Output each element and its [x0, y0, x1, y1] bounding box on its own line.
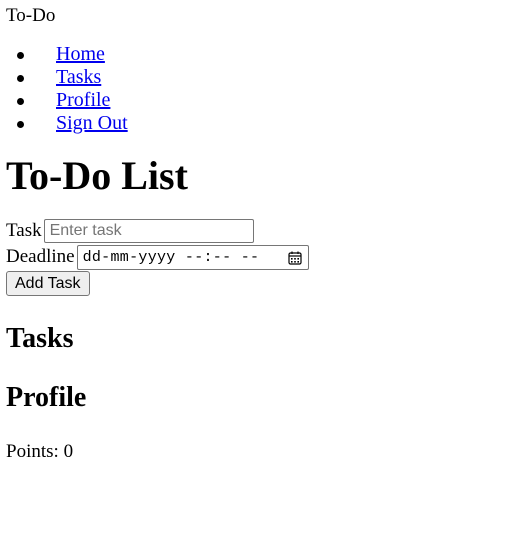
add-task-form: Task Deadline dd-mm-yyyy --:-- -- — [6, 218, 511, 296]
tasks-heading: Tasks — [6, 323, 74, 354]
points-label: Points: — [6, 441, 59, 462]
points-value: 0 — [63, 441, 74, 462]
nav-item-sign-out: Sign Out — [17, 112, 511, 135]
points-display: Points: 0 — [6, 441, 511, 463]
deadline-row: Deadline dd-mm-yyyy --:-- -- — [6, 244, 511, 270]
bullet-icon — [17, 75, 24, 82]
deadline-input[interactable]: dd-mm-yyyy --:-- -- — [76, 244, 309, 270]
add-task-button[interactable]: Add Task — [6, 271, 90, 296]
page-title: To-Do List — [6, 153, 188, 198]
nav-link-profile[interactable]: Profile — [56, 89, 110, 111]
deadline-placeholder: dd-mm-yyyy --:-- -- — [82, 248, 260, 266]
nav-link-home[interactable]: Home — [56, 43, 105, 65]
app-brand: To-Do — [6, 5, 56, 26]
deadline-label: Deadline — [6, 246, 75, 267]
nav-link-tasks[interactable]: Tasks — [56, 66, 101, 88]
nav-item-profile: Profile — [17, 89, 511, 112]
nav-item-tasks: Tasks — [17, 66, 511, 89]
calendar-icon[interactable] — [287, 251, 302, 265]
bullet-icon — [17, 52, 24, 59]
bullet-icon — [17, 121, 24, 128]
task-row: Task — [6, 218, 511, 244]
bullet-icon — [17, 98, 24, 105]
nav-item-home: Home — [17, 43, 511, 66]
main-nav: Home Tasks Profile Sign Out — [6, 43, 511, 135]
page: To-Do Home Tasks Profile Sign Out To-Do … — [6, 0, 511, 463]
nav-link-sign-out[interactable]: Sign Out — [56, 112, 128, 134]
profile-heading: Profile — [6, 382, 87, 413]
task-input[interactable] — [43, 219, 254, 243]
task-label: Task — [6, 220, 42, 241]
